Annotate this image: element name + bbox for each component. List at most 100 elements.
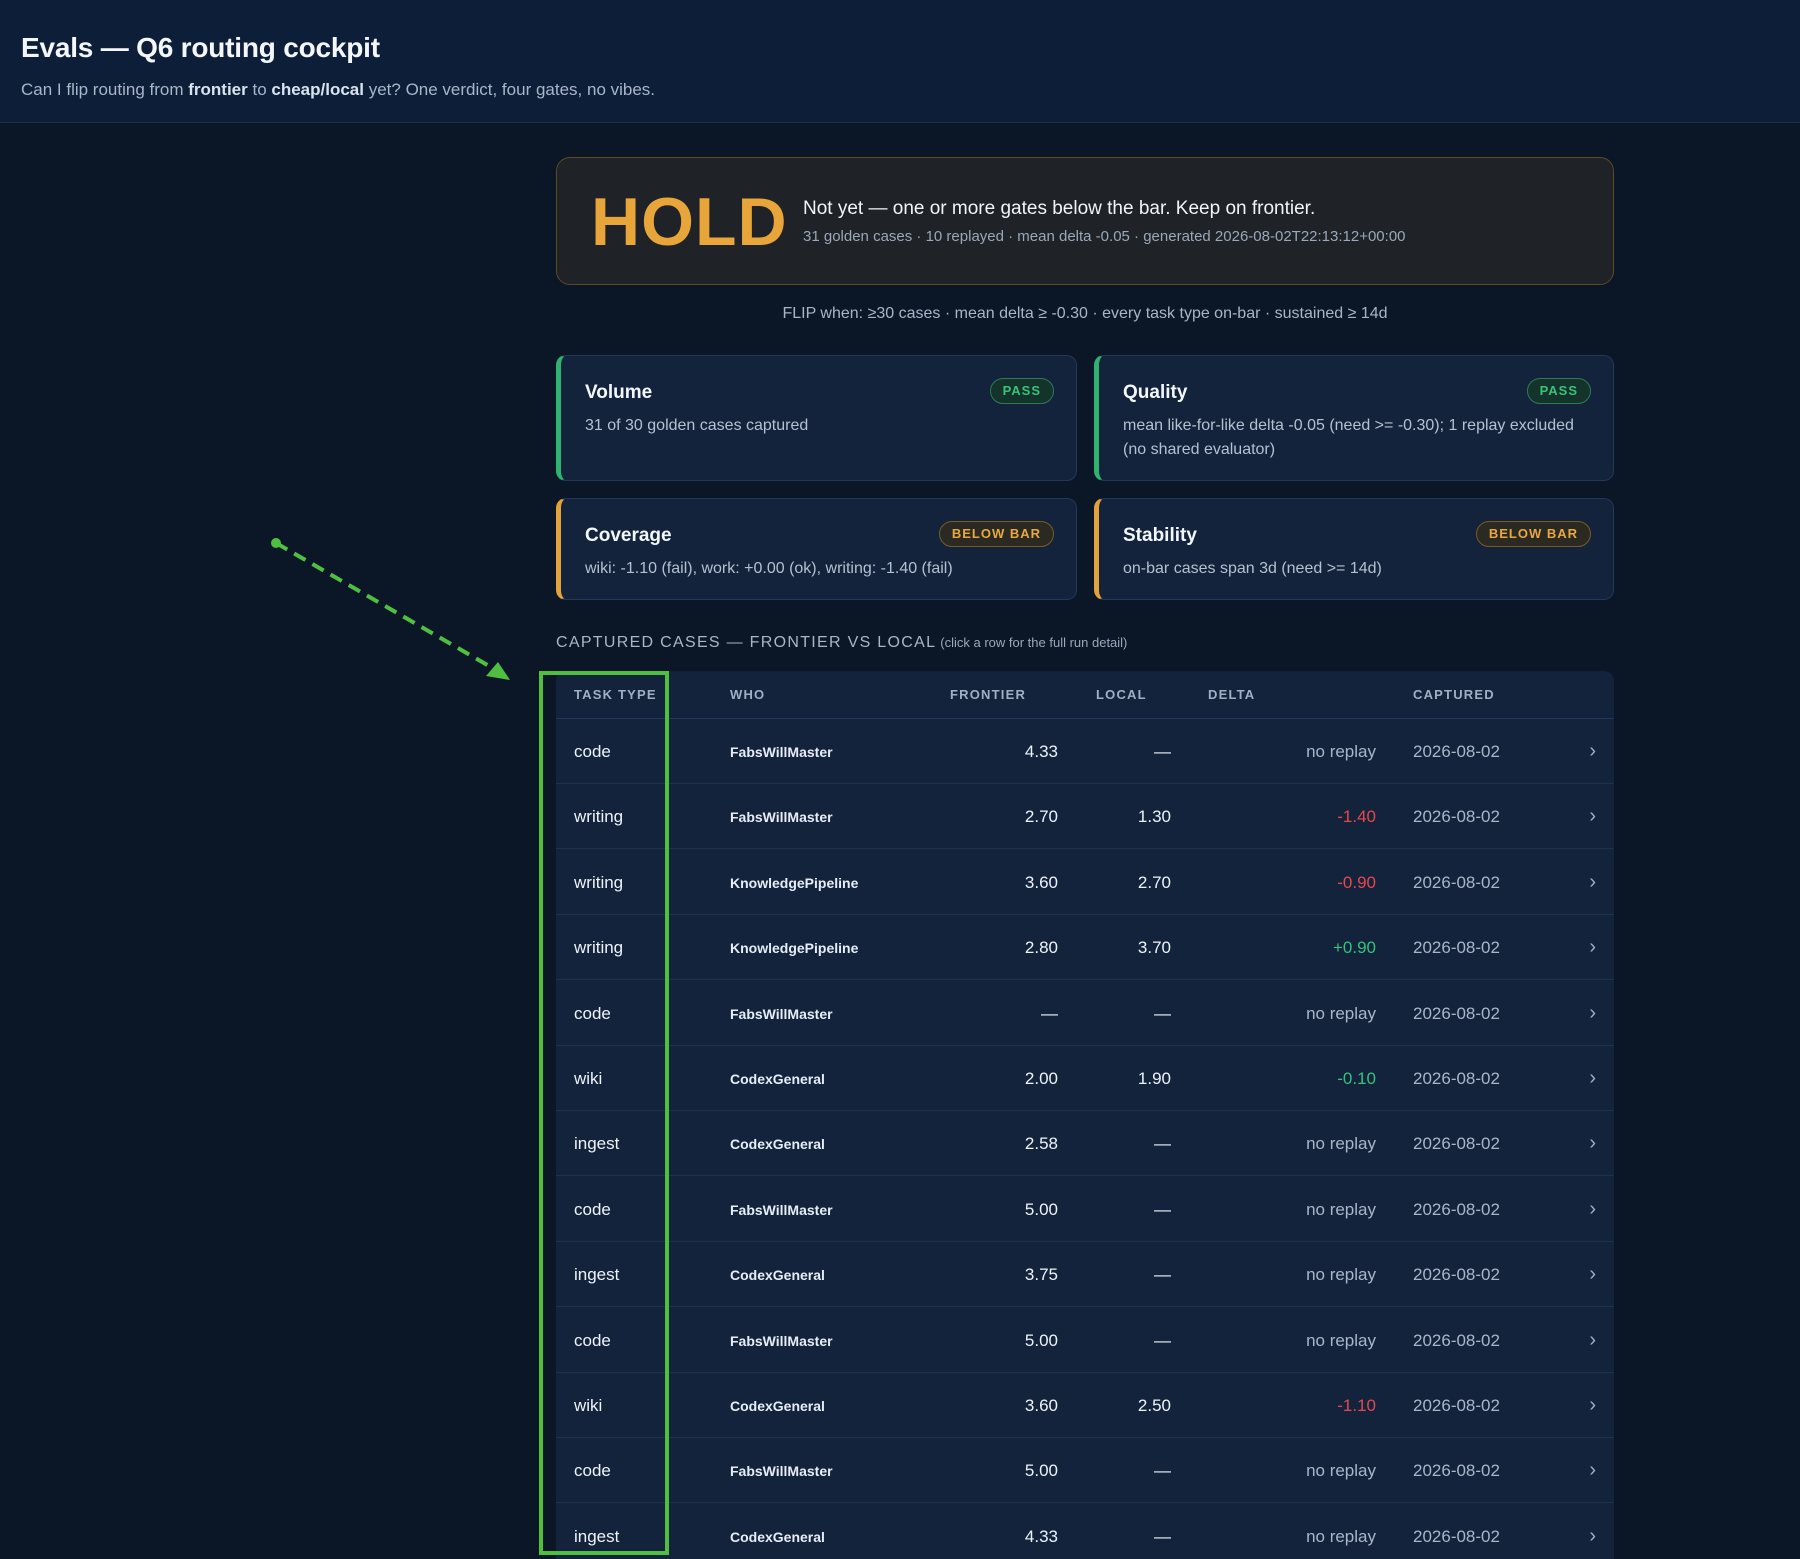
local-score-cell: — <box>1154 1330 1171 1350</box>
local-score-cell: — <box>1154 1003 1171 1023</box>
table-row[interactable]: writing KnowledgePipeline 2.80 3.70 +0.90 202… <box>556 914 1614 981</box>
captured-date-cell: 2026-08-02 <box>1413 742 1500 761</box>
subtitle-from: frontier <box>188 80 248 99</box>
chevron-right-icon[interactable]: › <box>1589 1525 1596 1548</box>
verdict-card: HOLD Not yet — one or more gates below t… <box>556 157 1614 285</box>
delta-cell: no replay <box>1306 1199 1376 1219</box>
flip-rule: FLIP when: ≥30 cases · mean delta ≥ -0.3… <box>782 305 1388 322</box>
table-row[interactable]: wiki CodexGeneral 3.60 2.50 -1.10 2026-08-02 › <box>556 1372 1614 1438</box>
status-badge: BELOW BAR <box>938 521 1054 547</box>
chevron-right-icon[interactable]: › <box>1589 1329 1596 1352</box>
gate-name: Stability <box>1123 525 1197 546</box>
table-row[interactable]: ingest CodexGeneral 3.75 — no replay 2026-08-… <box>556 1241 1614 1308</box>
chevron-right-icon[interactable]: › <box>1589 1459 1596 1482</box>
task-type-cell: code <box>574 742 611 761</box>
local-score-cell: 2.70 <box>1137 872 1171 892</box>
task-type-cell: code <box>574 1003 611 1023</box>
subtitle-mid: to <box>247 80 272 99</box>
local-score-cell: — <box>1154 1526 1171 1546</box>
page-header: Evals — Q6 routing cockpit Can I flip ro… <box>0 0 1800 123</box>
task-type-cell: code <box>574 1330 611 1350</box>
who-cell: KnowledgePipeline <box>730 874 859 891</box>
delta-cell: no replay <box>1306 1134 1376 1154</box>
delta-cell: no replay <box>1306 1265 1376 1285</box>
captured-date-cell: 2026-08-02 <box>1413 1265 1500 1285</box>
who-cell: FabsWillMaster <box>730 1201 833 1218</box>
gate-detail: mean like-for-like delta -0.05 (need >= … <box>1123 417 1574 458</box>
delta-cell: -0.90 <box>1337 872 1376 892</box>
table-row[interactable]: writing KnowledgePipeline 3.60 2.70 -0.90 202… <box>556 849 1614 915</box>
chevron-right-icon[interactable]: › <box>1589 805 1596 828</box>
table-row[interactable]: ingest CodexGeneral 4.33 — no replay 2026-08-… <box>556 1503 1614 1559</box>
chevron-right-icon[interactable]: › <box>1589 1263 1596 1286</box>
frontier-score-cell: 2.00 <box>1024 1069 1058 1088</box>
frontier-score-cell: 3.75 <box>1024 1265 1058 1285</box>
who-cell: CodexGeneral <box>730 1267 825 1284</box>
subtitle-suffix: yet? One verdict, four gates, no vibes. <box>363 80 656 99</box>
captured-date-cell: 2026-08-02 <box>1413 1396 1500 1415</box>
task-type-cell: ingest <box>574 1265 620 1285</box>
who-cell: FabsWillMaster <box>730 744 833 760</box>
table-row[interactable]: code FabsWillMaster 5.00 — no replay 2026-08-… <box>556 1437 1614 1504</box>
delta-cell: no replay <box>1306 1003 1376 1023</box>
gate-name: Quality <box>1123 382 1188 403</box>
task-type-cell: wiki <box>574 1396 603 1415</box>
task-type-cell: writing <box>574 872 624 892</box>
frontier-score-cell: 3.60 <box>1024 872 1058 892</box>
chevron-right-icon[interactable]: › <box>1589 1198 1596 1221</box>
who-cell: CodexGeneral <box>730 1528 825 1545</box>
frontier-score-cell: 5.00 <box>1024 1461 1058 1481</box>
captured-date-cell: 2026-08-02 <box>1413 1330 1500 1350</box>
local-score-cell: 3.70 <box>1137 938 1171 958</box>
chevron-right-icon[interactable]: › <box>1589 1002 1596 1025</box>
frontier-score-cell: — <box>1041 1003 1058 1023</box>
chevron-right-icon[interactable]: › <box>1589 871 1596 894</box>
task-type-cell: ingest <box>574 1134 620 1154</box>
local-score-cell: 1.30 <box>1137 807 1171 827</box>
delta-cell: -0.10 <box>1337 1069 1376 1088</box>
table-row[interactable]: wiki CodexGeneral 2.00 1.90 -0.10 2026-08-02 › <box>556 1045 1614 1111</box>
frontier-score-cell: 2.58 <box>1024 1134 1058 1154</box>
verdict-message: Not yet — one or more gates below the ba… <box>803 198 1316 219</box>
captured-date-cell: 2026-08-02 <box>1413 1526 1500 1546</box>
chevron-right-icon[interactable]: › <box>1589 1394 1596 1417</box>
frontier-score-cell: 5.00 <box>1024 1330 1058 1350</box>
captured-date-cell: 2026-08-02 <box>1413 1199 1500 1219</box>
captured-date-cell: 2026-08-02 <box>1413 1134 1500 1154</box>
who-cell: FabsWillMaster <box>730 809 833 826</box>
table-row[interactable]: code FabsWillMaster 5.00 — no replay 2026-08-… <box>556 1176 1614 1242</box>
column-header-frontier: FRONTIER <box>950 687 1027 702</box>
captured-date-cell: 2026-08-02 <box>1413 938 1500 958</box>
table-header: TASK TYPE WHO FRONTIER LOCAL DELTA CAPTU… <box>556 671 1614 719</box>
task-type-cell: writing <box>574 807 624 827</box>
chevron-right-icon[interactable]: › <box>1589 1067 1596 1090</box>
gate-volume: Volume PASS 31 of 30 golden cases captur… <box>556 355 1077 481</box>
captured-date-cell: 2026-08-02 <box>1413 1069 1500 1088</box>
status-badge: PASS <box>989 378 1054 404</box>
who-cell: FabsWillMaster <box>730 1463 833 1480</box>
captured-date-cell: 2026-08-02 <box>1413 1003 1500 1023</box>
table-row[interactable]: code FabsWillMaster 4.33 — no replay 2026-08-… <box>556 718 1614 784</box>
who-cell: CodexGeneral <box>730 1071 825 1087</box>
local-score-cell: 1.90 <box>1137 1069 1171 1088</box>
column-header-local: LOCAL <box>1096 687 1147 702</box>
cases-hint: (click a row for the full run detail) <box>940 635 1128 650</box>
column-header-task-type: TASK TYPE <box>574 687 657 702</box>
frontier-score-cell: 5.00 <box>1024 1199 1058 1219</box>
page-title: Evals — Q6 routing cockpit <box>21 32 380 63</box>
cases-section-title: CAPTURED CASES — FRONTIER VS LOCAL (click… <box>556 634 1127 652</box>
column-header-who: WHO <box>730 687 766 702</box>
cases-title: CAPTURED CASES — FRONTIER VS LOCAL <box>556 634 937 651</box>
table-row[interactable]: code FabsWillMaster — — no replay 2026-08-02 › <box>556 980 1614 1046</box>
verdict-label: HOLD <box>591 184 788 260</box>
subtitle-prefix: Can I flip routing from <box>21 80 189 99</box>
subtitle-to: cheap/local <box>271 80 364 99</box>
chevron-right-icon[interactable]: › <box>1589 936 1596 959</box>
chevron-right-icon[interactable]: › <box>1589 740 1596 763</box>
table-row[interactable]: ingest CodexGeneral 2.58 — no replay 2026-08-… <box>556 1110 1614 1177</box>
chevron-right-icon[interactable]: › <box>1589 1132 1596 1155</box>
table-row[interactable]: writing FabsWillMaster 2.70 1.30 -1.40 2026-0… <box>556 783 1614 850</box>
who-cell: FabsWillMaster <box>730 1005 833 1022</box>
cases-table: TASK TYPE WHO FRONTIER LOCAL DELTA CAPTU… <box>556 671 1614 1559</box>
table-row[interactable]: code FabsWillMaster 5.00 — no replay 2026-08-… <box>556 1307 1614 1373</box>
